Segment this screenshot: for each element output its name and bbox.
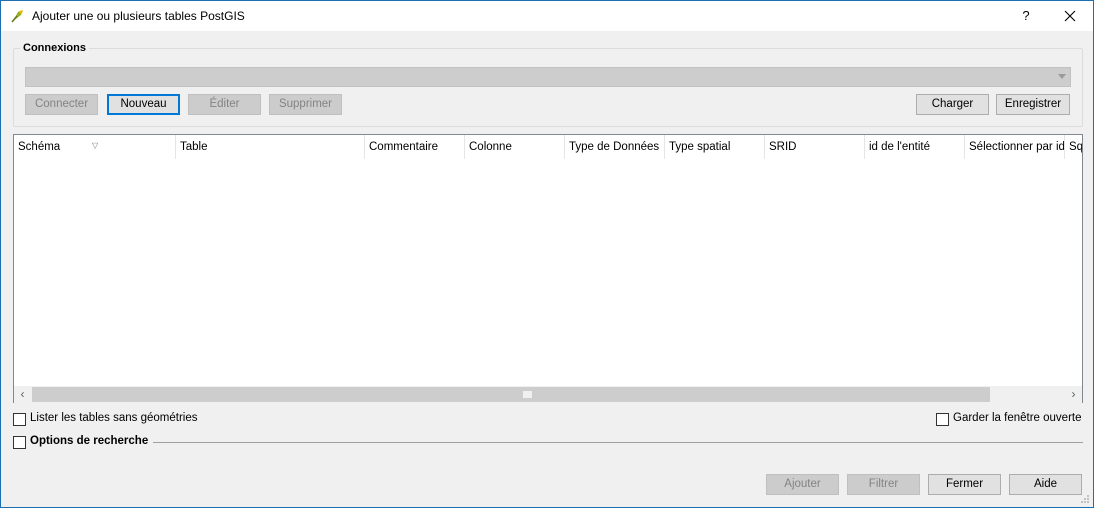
load-connections-button[interactable]: Charger bbox=[916, 94, 989, 115]
column-header-table[interactable]: Table bbox=[176, 135, 365, 159]
sort-indicator-icon: ▽ bbox=[92, 141, 99, 150]
column-header-label: Sql bbox=[1069, 141, 1082, 153]
keep-window-open-checkbox[interactable] bbox=[936, 413, 949, 426]
column-header-srid[interactable]: SRID bbox=[765, 135, 865, 159]
horizontal-scrollbar[interactable]: ‹ › bbox=[14, 386, 1082, 403]
search-options-divider bbox=[153, 442, 1083, 443]
window-title: Ajouter une ou plusieurs tables PostGIS bbox=[32, 9, 245, 23]
scrollbar-grip bbox=[523, 391, 532, 398]
filter-button[interactable]: Filtrer bbox=[847, 474, 920, 495]
chevron-down-icon bbox=[1058, 74, 1066, 79]
table-header: Schéma ▽ Table Commentaire Colonne Type … bbox=[14, 135, 1082, 159]
title-help-button[interactable]: ? bbox=[1011, 4, 1041, 28]
column-header-label: Type spatial bbox=[669, 141, 731, 153]
search-options-toggle[interactable]: Options de recherche bbox=[13, 435, 153, 451]
column-header-spatial-type[interactable]: Type spatial bbox=[665, 135, 765, 159]
column-header-label: Sélectionner par ide bbox=[969, 141, 1065, 153]
help-button[interactable]: Aide bbox=[1009, 474, 1082, 495]
column-header-feature-id[interactable]: id de l'entité bbox=[865, 135, 965, 159]
connect-button[interactable]: Connecter bbox=[25, 94, 98, 115]
column-header-select-by-id[interactable]: Sélectionner par ide bbox=[965, 135, 1065, 159]
column-header-comment[interactable]: Commentaire bbox=[365, 135, 465, 159]
scroll-left-icon[interactable]: ‹ bbox=[14, 386, 31, 403]
column-header-sql[interactable]: Sql bbox=[1065, 135, 1082, 159]
keep-window-open-label: Garder la fenêtre ouverte bbox=[953, 412, 1082, 424]
list-tables-no-geometry-label: Lister les tables sans géométries bbox=[30, 412, 198, 424]
question-mark-icon: ? bbox=[1022, 8, 1030, 23]
qgis-postgis-icon bbox=[11, 10, 23, 23]
close-button[interactable]: Fermer bbox=[928, 474, 1001, 495]
close-icon bbox=[1064, 10, 1076, 22]
search-options-label: Options de recherche bbox=[30, 435, 149, 447]
column-header-label: id de l'entité bbox=[869, 141, 931, 153]
edit-connection-button[interactable]: Éditer bbox=[188, 94, 261, 115]
column-header-label: Colonne bbox=[469, 141, 512, 153]
list-tables-no-geometry-option[interactable]: Lister les tables sans géométries bbox=[13, 412, 213, 428]
column-header-column[interactable]: Colonne bbox=[465, 135, 565, 159]
save-connections-button[interactable]: Enregistrer bbox=[996, 94, 1070, 115]
title-bar: Ajouter une ou plusieurs tables PostGIS … bbox=[1, 1, 1093, 31]
connection-select[interactable] bbox=[25, 67, 1071, 87]
tables-list[interactable]: Schéma ▽ Table Commentaire Colonne Type … bbox=[13, 134, 1083, 403]
dialog-window: Ajouter une ou plusieurs tables PostGIS … bbox=[0, 0, 1094, 508]
scroll-right-icon[interactable]: › bbox=[1065, 386, 1082, 403]
add-button[interactable]: Ajouter bbox=[766, 474, 839, 495]
column-header-label: SRID bbox=[769, 141, 797, 153]
connections-group-title: Connexions bbox=[20, 42, 89, 54]
resize-grip-icon[interactable] bbox=[1080, 494, 1090, 504]
column-header-data-type[interactable]: Type de Données bbox=[565, 135, 665, 159]
connections-group bbox=[13, 48, 1083, 127]
column-header-label: Table bbox=[180, 141, 208, 153]
title-close-button[interactable] bbox=[1053, 4, 1087, 28]
column-header-label: Schéma bbox=[18, 141, 61, 153]
keep-window-open-option[interactable]: Garder la fenêtre ouverte bbox=[936, 412, 1086, 428]
new-connection-button[interactable]: Nouveau bbox=[107, 94, 180, 115]
scrollbar-thumb[interactable] bbox=[32, 387, 990, 402]
column-header-schema[interactable]: Schéma ▽ bbox=[14, 135, 176, 159]
column-header-label: Type de Données bbox=[569, 141, 660, 153]
list-tables-no-geometry-checkbox[interactable] bbox=[13, 413, 26, 426]
column-header-label: Commentaire bbox=[369, 141, 439, 153]
delete-connection-button[interactable]: Supprimer bbox=[269, 94, 342, 115]
search-options-checkbox[interactable] bbox=[13, 436, 26, 449]
